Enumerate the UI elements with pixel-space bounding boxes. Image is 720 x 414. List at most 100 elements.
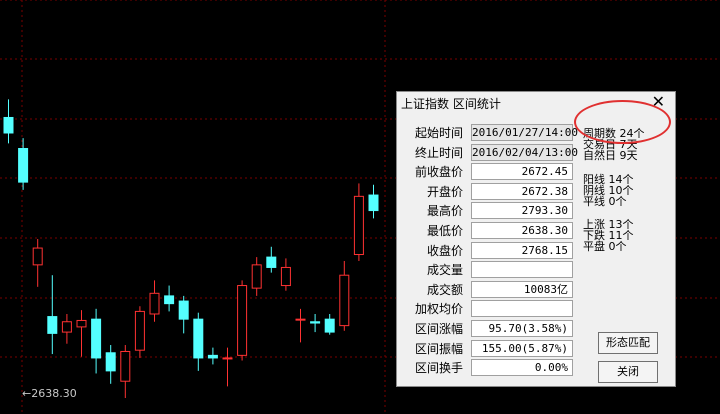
field-label: 成交量 [426, 263, 463, 278]
field-row: 区间振幅 155.00(5.87%) [397, 339, 587, 358]
field-row: 成交量 [397, 261, 587, 279]
field-value[interactable]: 2793.30 [471, 202, 573, 220]
candle-body [310, 321, 321, 324]
candle [91, 308, 102, 374]
candles [3, 99, 379, 399]
close-button[interactable]: 关闭 [598, 361, 658, 383]
candle-body [178, 300, 189, 320]
candle [368, 184, 379, 219]
field-label: 加权均价 [414, 302, 463, 317]
candle-body [353, 195, 364, 256]
candle [324, 313, 335, 335]
candle-body [193, 318, 204, 359]
candle [237, 280, 248, 361]
candle-body [120, 350, 131, 382]
stat-flat: 平盘 0个 [583, 240, 627, 253]
field-value[interactable]: 2768.15 [471, 241, 573, 259]
field-value[interactable] [471, 261, 573, 279]
field-label: 前收盘价 [414, 165, 463, 180]
field-label: 开盘价 [426, 184, 463, 199]
field-value[interactable]: 0.00% [471, 359, 573, 377]
candle-body [76, 319, 87, 328]
field-label: 起始时间 [414, 126, 463, 140]
candle-body [164, 295, 175, 305]
candle-body [3, 116, 14, 134]
field-row: 前收盘价 2672.45 [397, 163, 587, 181]
candle-body [222, 357, 233, 360]
field-row: 最高价 2793.30 [397, 202, 587, 220]
candle-body [324, 318, 335, 333]
field-row: 区间换手 0.00% [397, 359, 587, 377]
candle-body [251, 264, 262, 289]
candle [178, 295, 189, 334]
candle-body [295, 318, 306, 321]
field-row: 起始时间 2016/01/27/14:00 [397, 124, 587, 142]
field-label: 最高价 [426, 204, 463, 219]
stat-flat-lines: 平线 0个 [583, 195, 627, 208]
field-value[interactable]: 95.70(3.58%) [471, 320, 573, 337]
field-value[interactable] [471, 300, 573, 318]
candle [207, 347, 218, 365]
candle-body [134, 310, 145, 351]
field-value[interactable]: 2638.30 [471, 222, 573, 239]
stat-natural-days: 自然日 9天 [583, 149, 638, 162]
field-row: 终止时间 2016/02/04/13:00 [397, 143, 587, 162]
candle [222, 347, 233, 387]
candle [266, 246, 277, 273]
candle [47, 275, 58, 355]
candle-body [339, 274, 350, 327]
dialog-title: 上证指数 区间统计 [401, 97, 501, 111]
field-label: 区间振幅 [414, 341, 463, 356]
pattern-match-button[interactable]: 形态匹配 [598, 332, 658, 354]
candle-body [280, 266, 291, 287]
field-label: 收盘价 [426, 243, 463, 258]
field-label: 成交额 [426, 282, 463, 297]
candle [61, 313, 72, 344]
candle-body [368, 194, 379, 212]
candle [353, 183, 364, 261]
candle [76, 310, 87, 357]
candle-body [105, 352, 116, 372]
candle-body [266, 256, 277, 268]
candle-body [32, 247, 43, 266]
field-label: 区间涨幅 [414, 322, 463, 336]
candle-body [149, 292, 160, 315]
candle [295, 308, 306, 343]
candle [105, 345, 116, 384]
candle [164, 285, 175, 312]
candle [120, 345, 131, 399]
candle [3, 99, 14, 144]
field-value[interactable]: 2672.45 [471, 163, 573, 181]
candle-body [47, 316, 58, 334]
field-value[interactable]: 2016/01/27/14:00 [471, 124, 578, 141]
candle-body [91, 318, 102, 359]
field-row: 最低价 2638.30 [397, 222, 587, 240]
field-value[interactable]: 155.00(5.87%) [471, 339, 573, 357]
candle-body [61, 321, 72, 333]
field-label: 区间换手 [414, 361, 463, 376]
field-value[interactable]: 10083亿 [471, 280, 573, 298]
field-row: 成交额 10083亿 [397, 280, 587, 299]
field-row: 开盘价 2672.38 [397, 182, 587, 201]
field-value[interactable]: 2016/02/04/13:00 [471, 143, 578, 161]
candle [193, 312, 204, 371]
highlight-oval [574, 100, 671, 144]
candle [18, 138, 29, 190]
field-label: 最低价 [426, 224, 463, 238]
candle-body [237, 285, 248, 356]
candle [251, 257, 262, 296]
candle [32, 239, 43, 287]
field-value[interactable]: 2672.38 [471, 182, 573, 200]
candle [134, 306, 145, 358]
candle [310, 313, 321, 333]
candle-body [207, 354, 218, 359]
low-price-marker: ←2638.30 [22, 387, 77, 400]
field-row: 区间涨幅 95.70(3.58%) [397, 320, 587, 338]
field-row: 加权均价 [397, 300, 587, 318]
candle [149, 280, 160, 322]
candle-body [18, 148, 29, 183]
candle [280, 258, 291, 291]
candle [339, 260, 350, 331]
field-label: 终止时间 [414, 145, 463, 160]
field-row: 收盘价 2768.15 [397, 241, 587, 260]
